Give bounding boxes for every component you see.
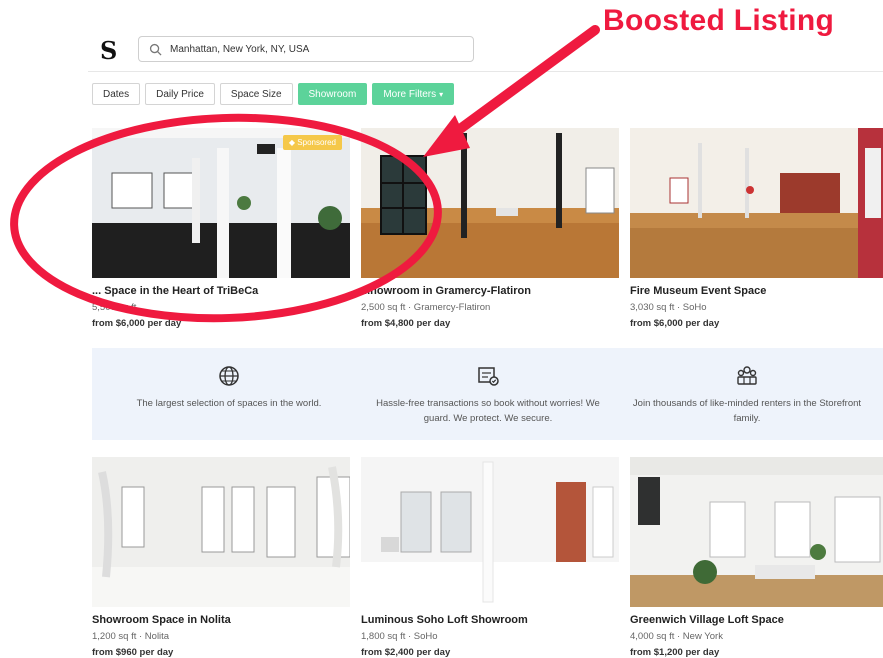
listing-photo[interactable] [361,457,619,607]
filter-showroom[interactable]: Showroom [297,83,368,105]
listing-price: from $2,400 per day [361,647,451,658]
listing-card[interactable]: Fire Museum Event Space 3,030 sq ft · So… [630,128,883,329]
loft-photo-image [361,457,619,607]
listing-title[interactable]: Fire Museum Event Space [630,285,883,297]
feature-text: Hassle-free transactions so book without… [376,398,600,424]
listing-card[interactable]: Showroom Space in Nolita 1,200 sq ft · N… [92,457,350,658]
storefront-logo[interactable]: S [100,36,117,65]
feature-item: Join thousands of like-minded renters in… [632,364,862,426]
loft-photo-image [630,457,883,607]
community-icon [737,366,757,385]
search-icon [149,43,162,56]
feature-text: Join thousands of like-minded renters in… [632,398,862,424]
chevron-down-icon: ▾ [439,89,444,99]
listing-meta: 1,200 sq ft · Nolita [92,631,170,642]
sponsored-badge: ◆ Sponsored [282,135,342,150]
listing-price: from $6,000 per day [630,318,720,329]
listing-photo[interactable]: ◆ Sponsored [92,128,350,278]
boosted-listing-label: Boosted Listing [603,4,835,37]
listing-title[interactable]: Luminous Soho Loft Showroom [361,614,619,626]
listing-meta: 2,500 sq ft · Gramercy-Flatiron [361,302,491,313]
listing-price: from $4,800 per day [361,318,451,329]
listing-meta: 4,000 sq ft · New York [630,631,723,642]
filter-bar: Dates Daily Price Space Size Showroom Mo… [92,83,455,105]
features-banner: The largest selection of spaces in the w… [92,348,883,440]
loft-photo-image [361,128,619,278]
filter-space-size[interactable]: Space Size [219,83,293,105]
listing-price: from $6,000 per day [92,318,182,329]
listing-price: from $1,200 per day [630,647,720,658]
shield-icon [478,367,499,386]
filter-more-filters[interactable]: More Filters ▾ [372,83,455,105]
listing-price: from $960 per day [92,647,174,658]
listing-card[interactable]: Greenwich Village Loft Space 4,000 sq ft… [630,457,883,658]
listing-meta: 1,800 sq ft · SoHo [361,631,438,642]
listing-photo[interactable] [361,128,619,278]
listing-title[interactable]: ...howroom in Gramercy-Flatiron [361,285,619,297]
listing-photo[interactable] [630,128,883,278]
filter-dates[interactable]: Dates [92,83,141,105]
listing-title[interactable]: Greenwich Village Loft Space [630,614,883,626]
search-bar[interactable] [138,36,474,62]
listing-title[interactable]: Showroom Space in Nolita [92,614,350,626]
listing-photo[interactable] [92,457,350,607]
tag-icon: ◆ [288,138,296,147]
listing-title[interactable]: ... Space in the Heart of TriBeCa [92,285,350,297]
feature-item: The largest selection of spaces in the w… [114,364,344,411]
listing-meta: 5,500 sq ft [92,302,137,313]
search-input[interactable] [170,43,460,55]
loft-photo-image [92,128,350,278]
listing-card[interactable]: ◆ Sponsored ... Space in the Heart of Tr… [92,128,350,329]
feature-text: The largest selection of spaces in the w… [136,398,322,409]
loft-photo-image [630,128,883,278]
globe-icon [219,366,239,386]
listing-card[interactable]: Luminous Soho Loft Showroom 1,800 sq ft … [361,457,619,658]
filter-daily-price[interactable]: Daily Price [145,83,215,105]
listing-card[interactable]: ...howroom in Gramercy-Flatiron 2,500 sq… [361,128,619,329]
header-divider [88,71,883,72]
listing-photo[interactable] [630,457,883,607]
listing-meta: 3,030 sq ft · SoHo [630,302,707,313]
feature-item: Hassle-free transactions so book without… [373,364,603,426]
loft-photo-image [92,457,350,607]
